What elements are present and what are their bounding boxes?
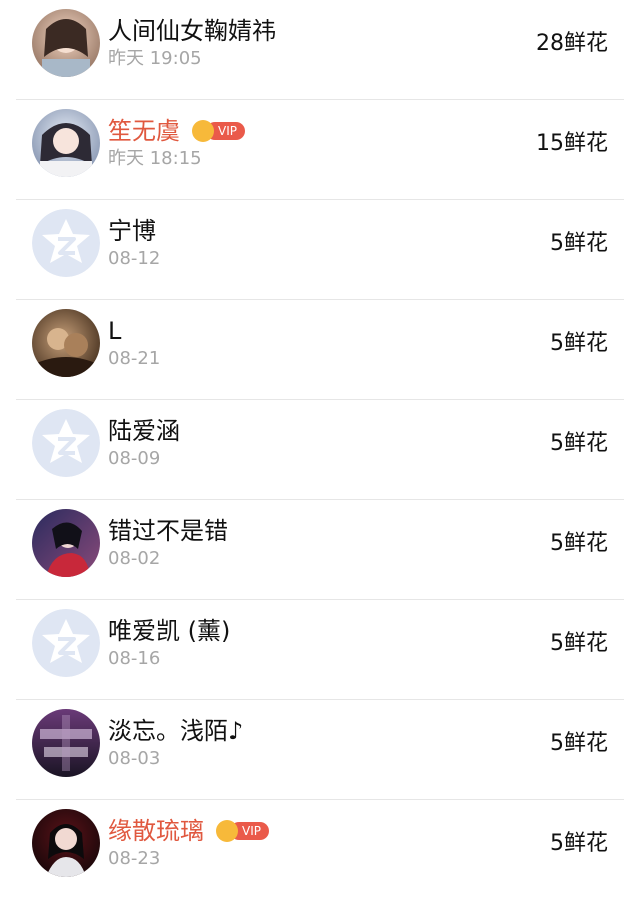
gift-time: 08-16 xyxy=(108,648,161,669)
user-name[interactable]: 淡忘。浅陌♪ xyxy=(108,712,243,750)
user-name[interactable]: 宁博 xyxy=(108,212,156,250)
gift-amount: 5鲜花 xyxy=(550,731,608,756)
avatar[interactable] xyxy=(32,9,100,77)
list-item[interactable]: 笙无虞 VIP 昨天 18:15 15鲜花 xyxy=(0,100,640,200)
gift-time: 昨天 19:05 xyxy=(108,48,202,69)
user-name[interactable]: 错过不是错 xyxy=(108,512,228,550)
crown-icon xyxy=(192,120,214,142)
default-avatar-icon[interactable] xyxy=(32,609,100,677)
gift-amount: 5鲜花 xyxy=(550,231,608,256)
gift-amount: 5鲜花 xyxy=(550,831,608,856)
list-item[interactable]: 错过不是错 08-02 5鲜花 xyxy=(0,500,640,600)
gift-amount: 28鲜花 xyxy=(536,31,608,56)
user-name[interactable]: 人间仙女鞠婧祎 xyxy=(108,12,276,50)
vip-badge: VIP xyxy=(216,820,269,842)
gift-time: 昨天 18:15 xyxy=(108,148,202,169)
list-item[interactable]: 淡忘。浅陌♪ 08-03 5鲜花 xyxy=(0,700,640,800)
list-item[interactable]: 唯爱凯 (薰) 08-16 5鲜花 xyxy=(0,600,640,700)
gift-time: 08-02 xyxy=(108,548,161,569)
avatar[interactable] xyxy=(32,109,100,177)
gift-list: 人间仙女鞠婧祎 昨天 19:05 28鲜花 笙无虞 VIP 昨天 18:15 1… xyxy=(0,0,640,900)
gift-amount: 15鲜花 xyxy=(536,131,608,156)
vip-badge: VIP xyxy=(192,120,245,142)
list-item[interactable]: 人间仙女鞠婧祎 昨天 19:05 28鲜花 xyxy=(0,0,640,100)
user-name[interactable]: 缘散琉璃 xyxy=(108,812,204,850)
gift-amount: 5鲜花 xyxy=(550,331,608,356)
list-item[interactable]: 陆爱涵 08-09 5鲜花 xyxy=(0,400,640,500)
user-name[interactable]: L xyxy=(108,312,121,350)
user-name[interactable]: 陆爱涵 xyxy=(108,412,180,450)
gift-time: 08-23 xyxy=(108,848,161,869)
gift-amount: 5鲜花 xyxy=(550,631,608,656)
avatar[interactable] xyxy=(32,709,100,777)
gift-amount: 5鲜花 xyxy=(550,531,608,556)
gift-amount: 5鲜花 xyxy=(550,431,608,456)
default-avatar-icon[interactable] xyxy=(32,209,100,277)
avatar[interactable] xyxy=(32,509,100,577)
crown-icon xyxy=(216,820,238,842)
gift-time: 08-21 xyxy=(108,348,161,369)
gift-time: 08-03 xyxy=(108,748,161,769)
avatar[interactable] xyxy=(32,809,100,877)
list-item[interactable]: L 08-21 5鲜花 xyxy=(0,300,640,400)
avatar[interactable] xyxy=(32,309,100,377)
user-name[interactable]: 唯爱凯 (薰) xyxy=(108,612,230,650)
list-item[interactable]: 缘散琉璃 VIP 08-23 5鲜花 xyxy=(0,800,640,900)
list-item[interactable]: 宁博 08-12 5鲜花 xyxy=(0,200,640,300)
gift-time: 08-09 xyxy=(108,448,161,469)
default-avatar-icon[interactable] xyxy=(32,409,100,477)
user-name[interactable]: 笙无虞 xyxy=(108,112,180,150)
gift-time: 08-12 xyxy=(108,248,161,269)
